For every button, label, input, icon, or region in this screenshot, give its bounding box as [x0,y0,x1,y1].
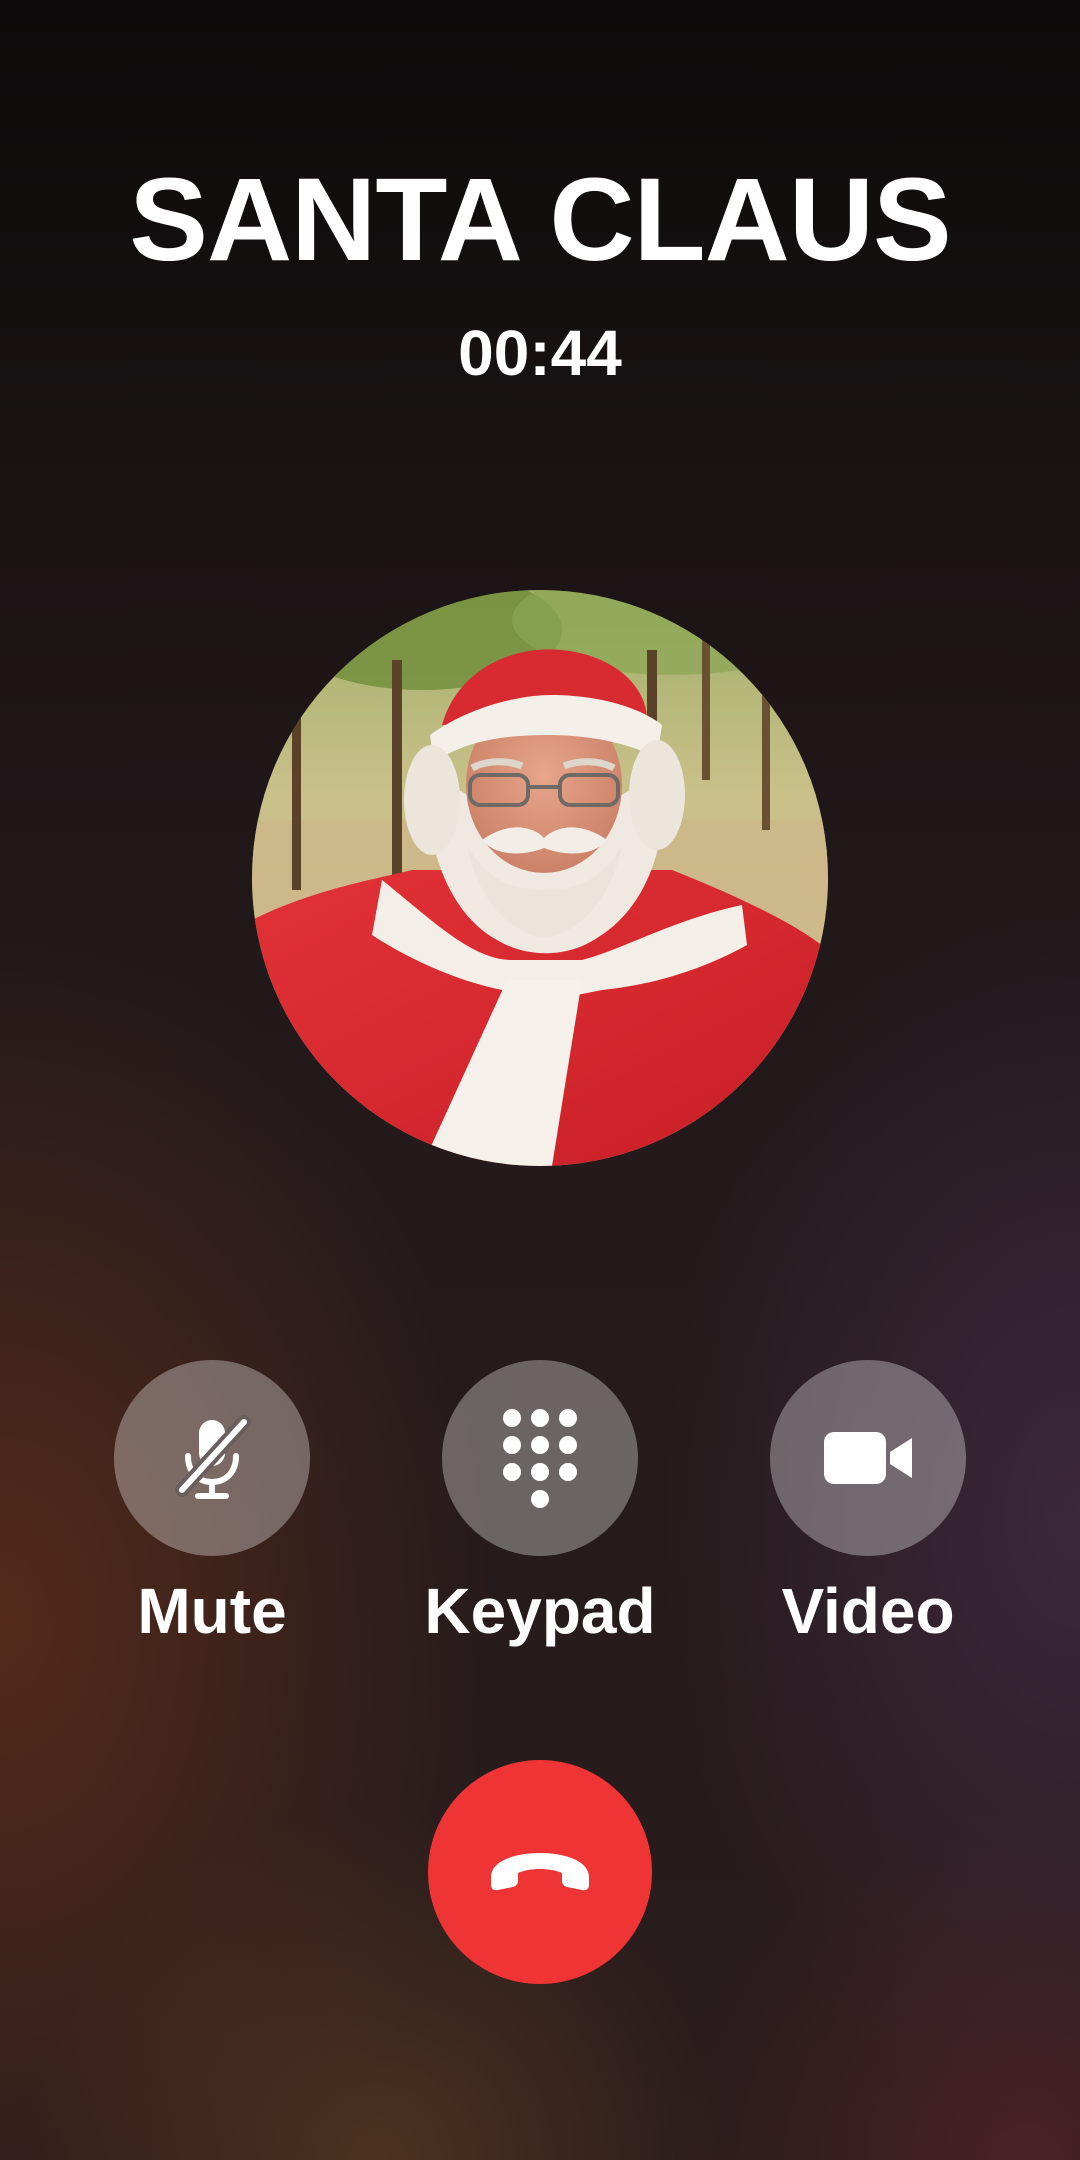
video-button[interactable] [770,1360,966,1556]
caller-name: SANTA CLAUS [129,154,952,286]
video-control: Video [738,1360,998,1648]
call-timer: 00:44 [458,317,622,389]
mute-label: Mute [137,1575,287,1647]
caller-avatar [252,590,828,1166]
video-camera-icon [824,1432,912,1484]
keypad-button[interactable] [442,1360,638,1556]
end-call-button[interactable] [428,1760,652,1984]
keypad-icon [503,1409,577,1508]
call-controls: Mute Keypad Video [0,1360,1080,1660]
video-label: Video [781,1575,955,1647]
keypad-control: Keypad [410,1360,670,1648]
keypad-label: Keypad [424,1575,656,1647]
mute-button[interactable] [114,1360,310,1556]
phone-hangup-icon [491,1853,589,1891]
santa-claus-photo [252,590,828,1166]
mic-off-icon [175,1415,251,1499]
mute-control: Mute [82,1360,342,1648]
